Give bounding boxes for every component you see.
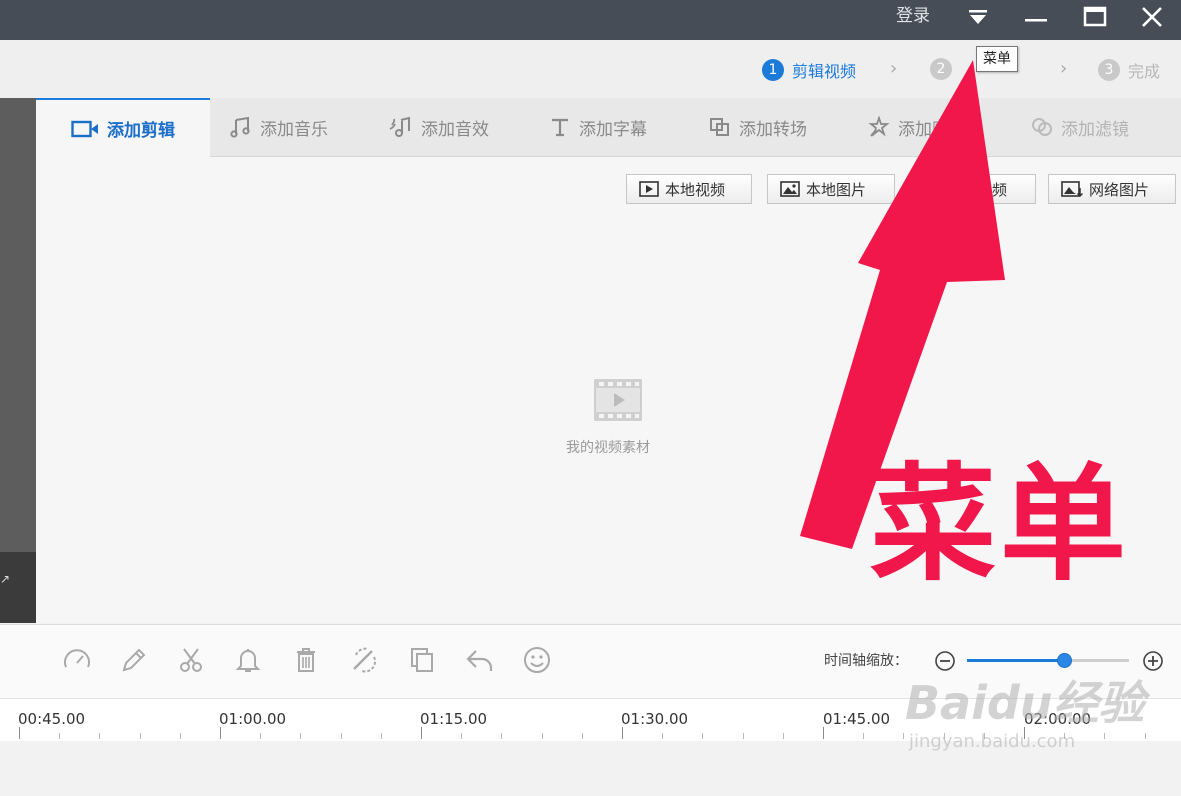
- annotation-label: 菜单: [870, 451, 1130, 598]
- watermark-url: jingyan.baidu.com: [909, 731, 1076, 752]
- watermark-title: Baidu经验: [905, 676, 1145, 730]
- baidu-watermark: Baidu经验 jingyan.baidu.com: [905, 675, 1145, 752]
